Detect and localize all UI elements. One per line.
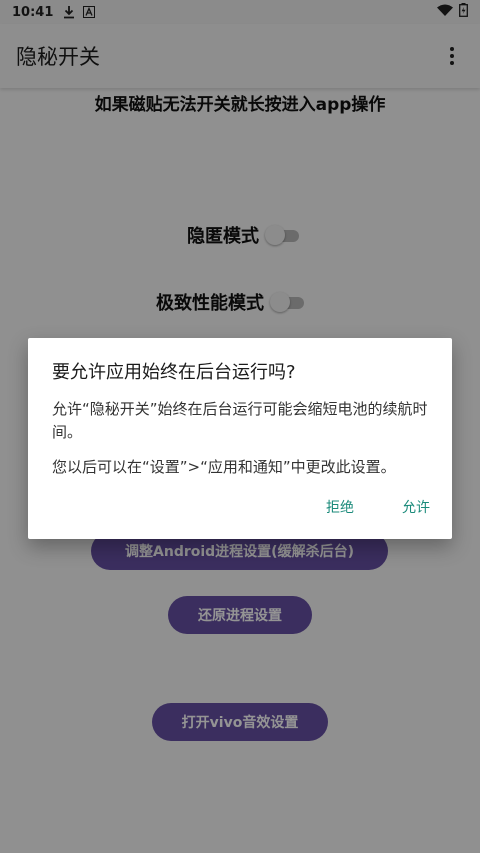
background-permission-dialog: 要允许应用始终在后台运行吗? 允许“隐秘开关”始终在后台运行可能会缩短电池的续航… <box>28 338 452 539</box>
dialog-message: 允许“隐秘开关”始终在后台运行可能会缩短电池的续航时间。 <box>52 400 428 441</box>
deny-button[interactable]: 拒绝 <box>320 493 360 521</box>
dialog-actions: 拒绝 允许 <box>320 493 436 521</box>
dialog-title: 要允许应用始终在后台运行吗? <box>52 362 296 383</box>
allow-button[interactable]: 允许 <box>396 493 436 521</box>
dialog-message-settings: 您以后可以在“设置”>“应用和通知”中更改此设置。 <box>52 458 396 476</box>
